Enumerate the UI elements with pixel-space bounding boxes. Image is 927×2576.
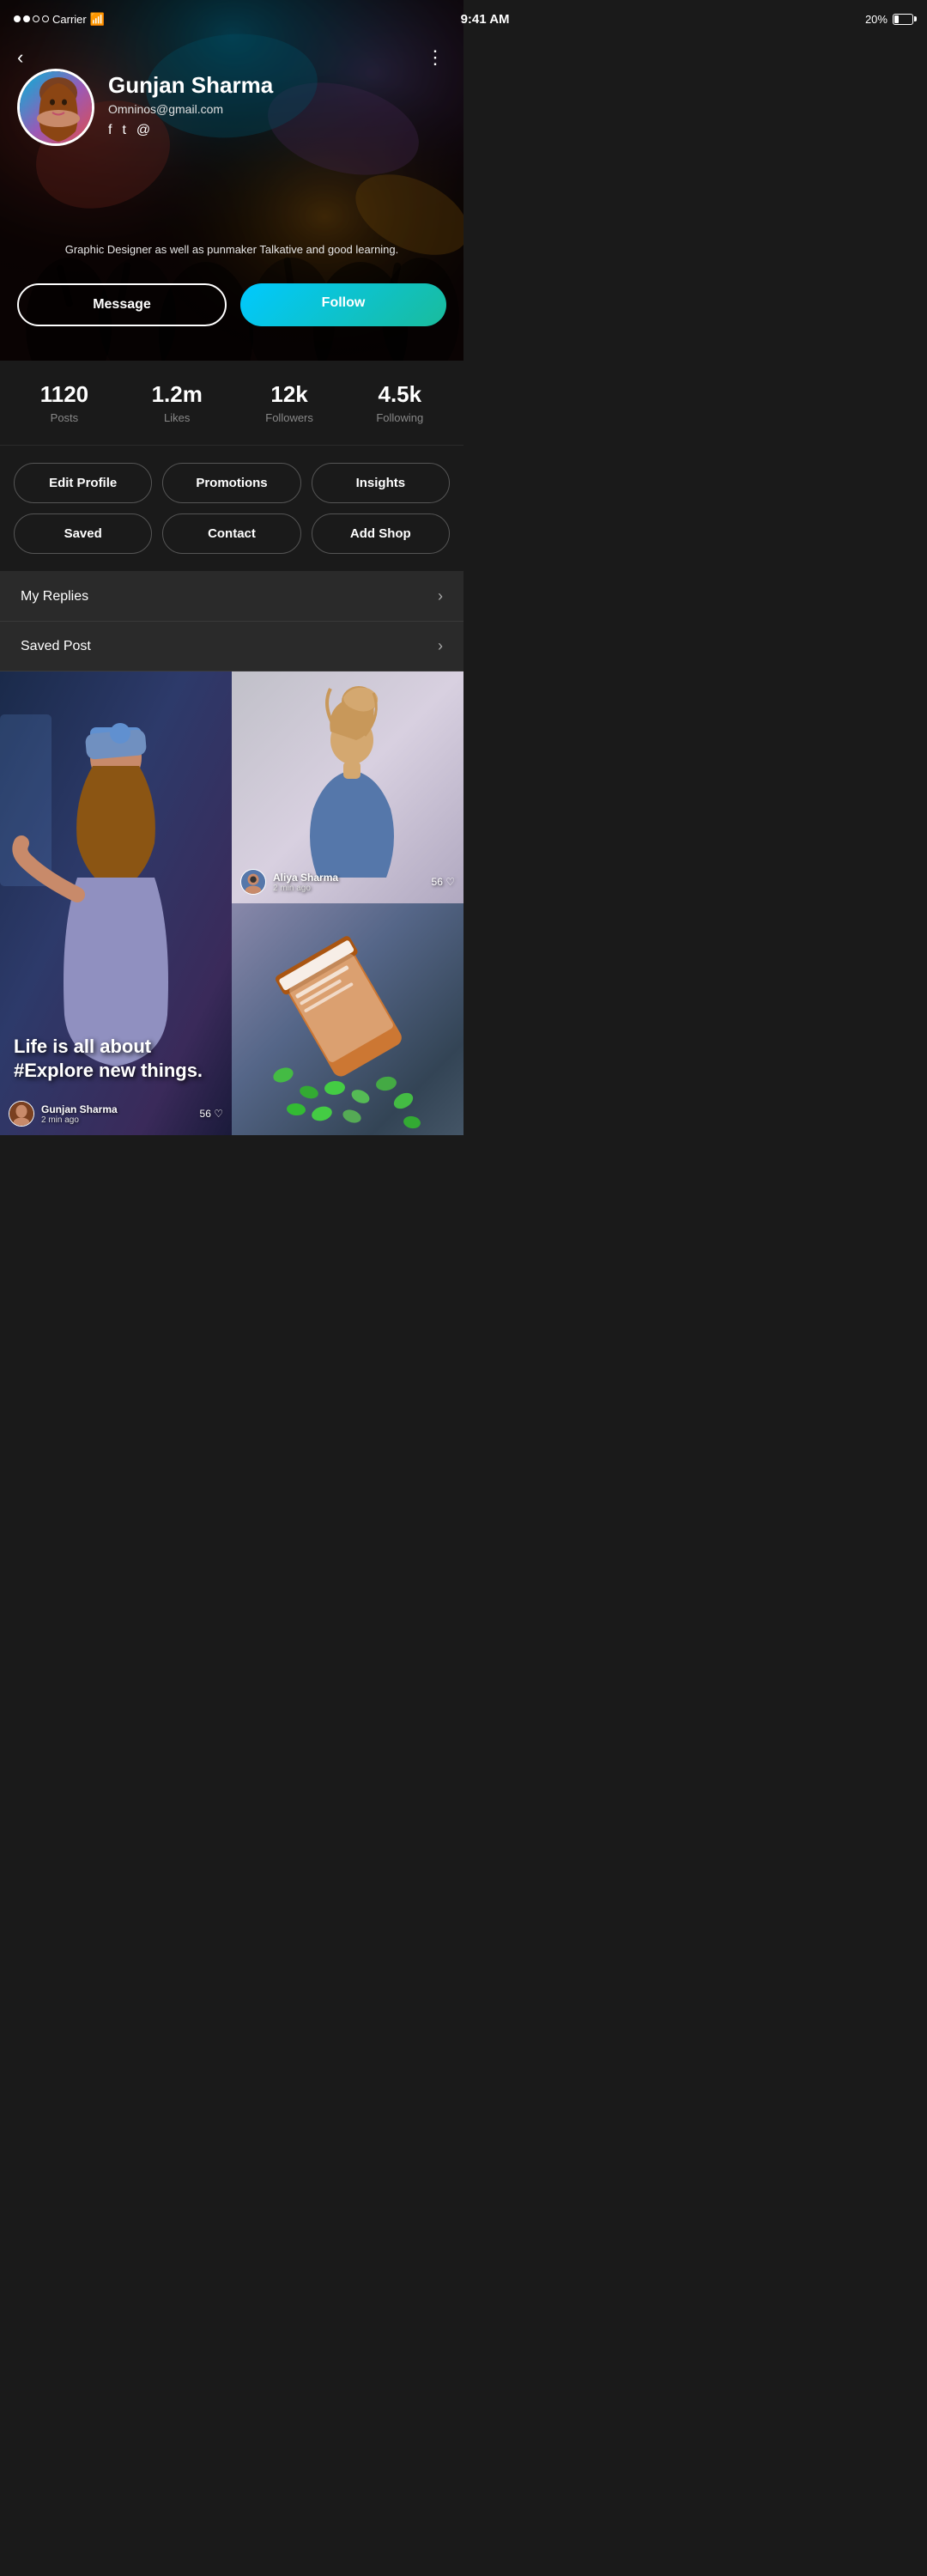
post-overlay-text-1: Life is all about #Explore new things. [14,1035,218,1084]
heart-icon-2: ♡ [445,876,455,888]
promotions-button[interactable]: Promotions [162,463,300,503]
status-right: 20% [865,13,913,26]
stat-followers-label: Followers [265,411,313,424]
stat-posts-value: 1120 [40,381,88,408]
insights-button[interactable]: Insights [312,463,450,503]
avatar [17,69,94,146]
social-icons: f t @ [108,123,446,138]
heart-icon-1: ♡ [214,1108,223,1120]
post-author-name-2: Aliya Sharma [273,872,338,884]
add-shop-button[interactable]: Add Shop [312,513,450,554]
edit-profile-button[interactable]: Edit Profile [14,463,152,503]
status-time: 9:41 AM [461,12,510,27]
signal-dot-3 [33,15,39,22]
stat-following: 4.5k Following [376,381,423,424]
saved-button[interactable]: Saved [14,513,152,554]
message-button[interactable]: Message [17,283,227,326]
stat-following-value: 4.5k [376,381,423,408]
post-footer-1: Gunjan Sharma 2 min ago 56 ♡ [9,1101,223,1127]
post-meta-2: Aliya Sharma 2 min ago [273,872,338,893]
follow-button[interactable]: Follow [240,283,446,326]
battery-percent: 20% [865,13,888,26]
profile-name: Gunjan Sharma [108,72,446,99]
signal-dot-2 [23,15,30,22]
post-author-info-2: Aliya Sharma 2 min ago [240,869,338,895]
stat-posts: 1120 Posts [40,381,88,424]
post-author-name-1: Gunjan Sharma [41,1103,118,1115]
post-meta-1: Gunjan Sharma 2 min ago [41,1103,118,1125]
back-button[interactable]: ‹ [17,46,23,69]
carrier-label: Carrier [52,13,87,26]
post-item-1[interactable]: Life is all about #Explore new things. [0,671,232,1135]
battery-icon [893,14,913,25]
status-left: Carrier 📶 [14,12,105,27]
my-replies-item[interactable]: My Replies › [0,572,464,622]
stat-following-label: Following [376,411,423,424]
post-likes-count-2: 56 [432,876,443,888]
profile-email: Omninos@gmail.com [108,102,446,116]
facebook-icon[interactable]: f [108,123,112,138]
posts-grid: Life is all about #Explore new things. [0,671,464,1135]
post-avatar-1 [9,1101,34,1127]
profile-bio: Graphic Designer as well as punmaker Tal… [17,241,446,258]
post-item-3[interactable] [232,903,464,1135]
action-buttons: Message Follow [17,283,446,326]
menu-section: My Replies › Saved Post › [0,572,464,671]
wifi-icon: 📶 [90,12,105,27]
stat-likes-value: 1.2m [152,381,203,408]
post-author-info-1: Gunjan Sharma 2 min ago [9,1101,118,1127]
saved-post-item[interactable]: Saved Post › [0,622,464,671]
post-avatar-2 [240,869,266,895]
stat-likes: 1.2m Likes [152,381,203,424]
stat-likes-label: Likes [152,411,203,424]
twitter-icon[interactable]: t [122,123,125,138]
stats-section: 1120 Posts 1.2m Likes 12k Followers 4.5k… [0,361,464,446]
stat-posts-label: Posts [40,411,88,424]
post-time-2: 2 min ago [273,884,338,893]
contact-button[interactable]: Contact [162,513,300,554]
my-replies-label: My Replies [21,589,88,605]
post-item-2[interactable]: Aliya Sharma 2 min ago 56 ♡ [232,671,464,903]
status-bar: Carrier 📶 9:41 AM 20% [0,0,927,38]
profile-info: Gunjan Sharma Omninos@gmail.com f t @ [17,69,446,146]
my-replies-chevron: › [438,587,443,605]
post-likes-count-1: 56 [200,1108,211,1120]
cover-section: ‹ ⋮ [0,0,464,361]
saved-post-label: Saved Post [21,639,91,654]
stat-followers-value: 12k [265,381,313,408]
post-footer-2: Aliya Sharma 2 min ago 56 ♡ [240,869,455,895]
signal-dot-4 [42,15,49,22]
more-button[interactable]: ⋮ [426,46,446,69]
post-likes-1: 56 ♡ [200,1108,223,1120]
signal-dot-1 [14,15,21,22]
stat-followers: 12k Followers [265,381,313,424]
battery-fill [894,15,899,23]
post-time-1: 2 min ago [41,1115,118,1125]
profile-details: Gunjan Sharma Omninos@gmail.com f t @ [108,69,446,138]
post-likes-2: 56 ♡ [432,876,455,888]
saved-post-chevron: › [438,637,443,655]
action-grid: Edit Profile Promotions Insights Saved C… [0,446,464,572]
instagram-icon[interactable]: @ [136,123,150,138]
signal-indicator [14,15,49,22]
